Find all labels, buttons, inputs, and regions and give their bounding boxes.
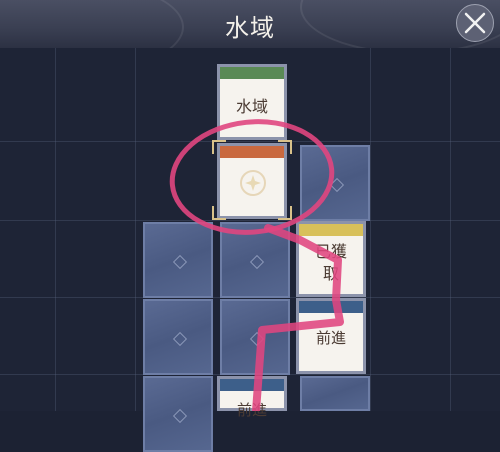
card-back-motif xyxy=(172,408,188,424)
highlight-circle xyxy=(169,119,335,235)
annotation-overlay xyxy=(169,119,344,411)
route-path xyxy=(252,224,344,411)
